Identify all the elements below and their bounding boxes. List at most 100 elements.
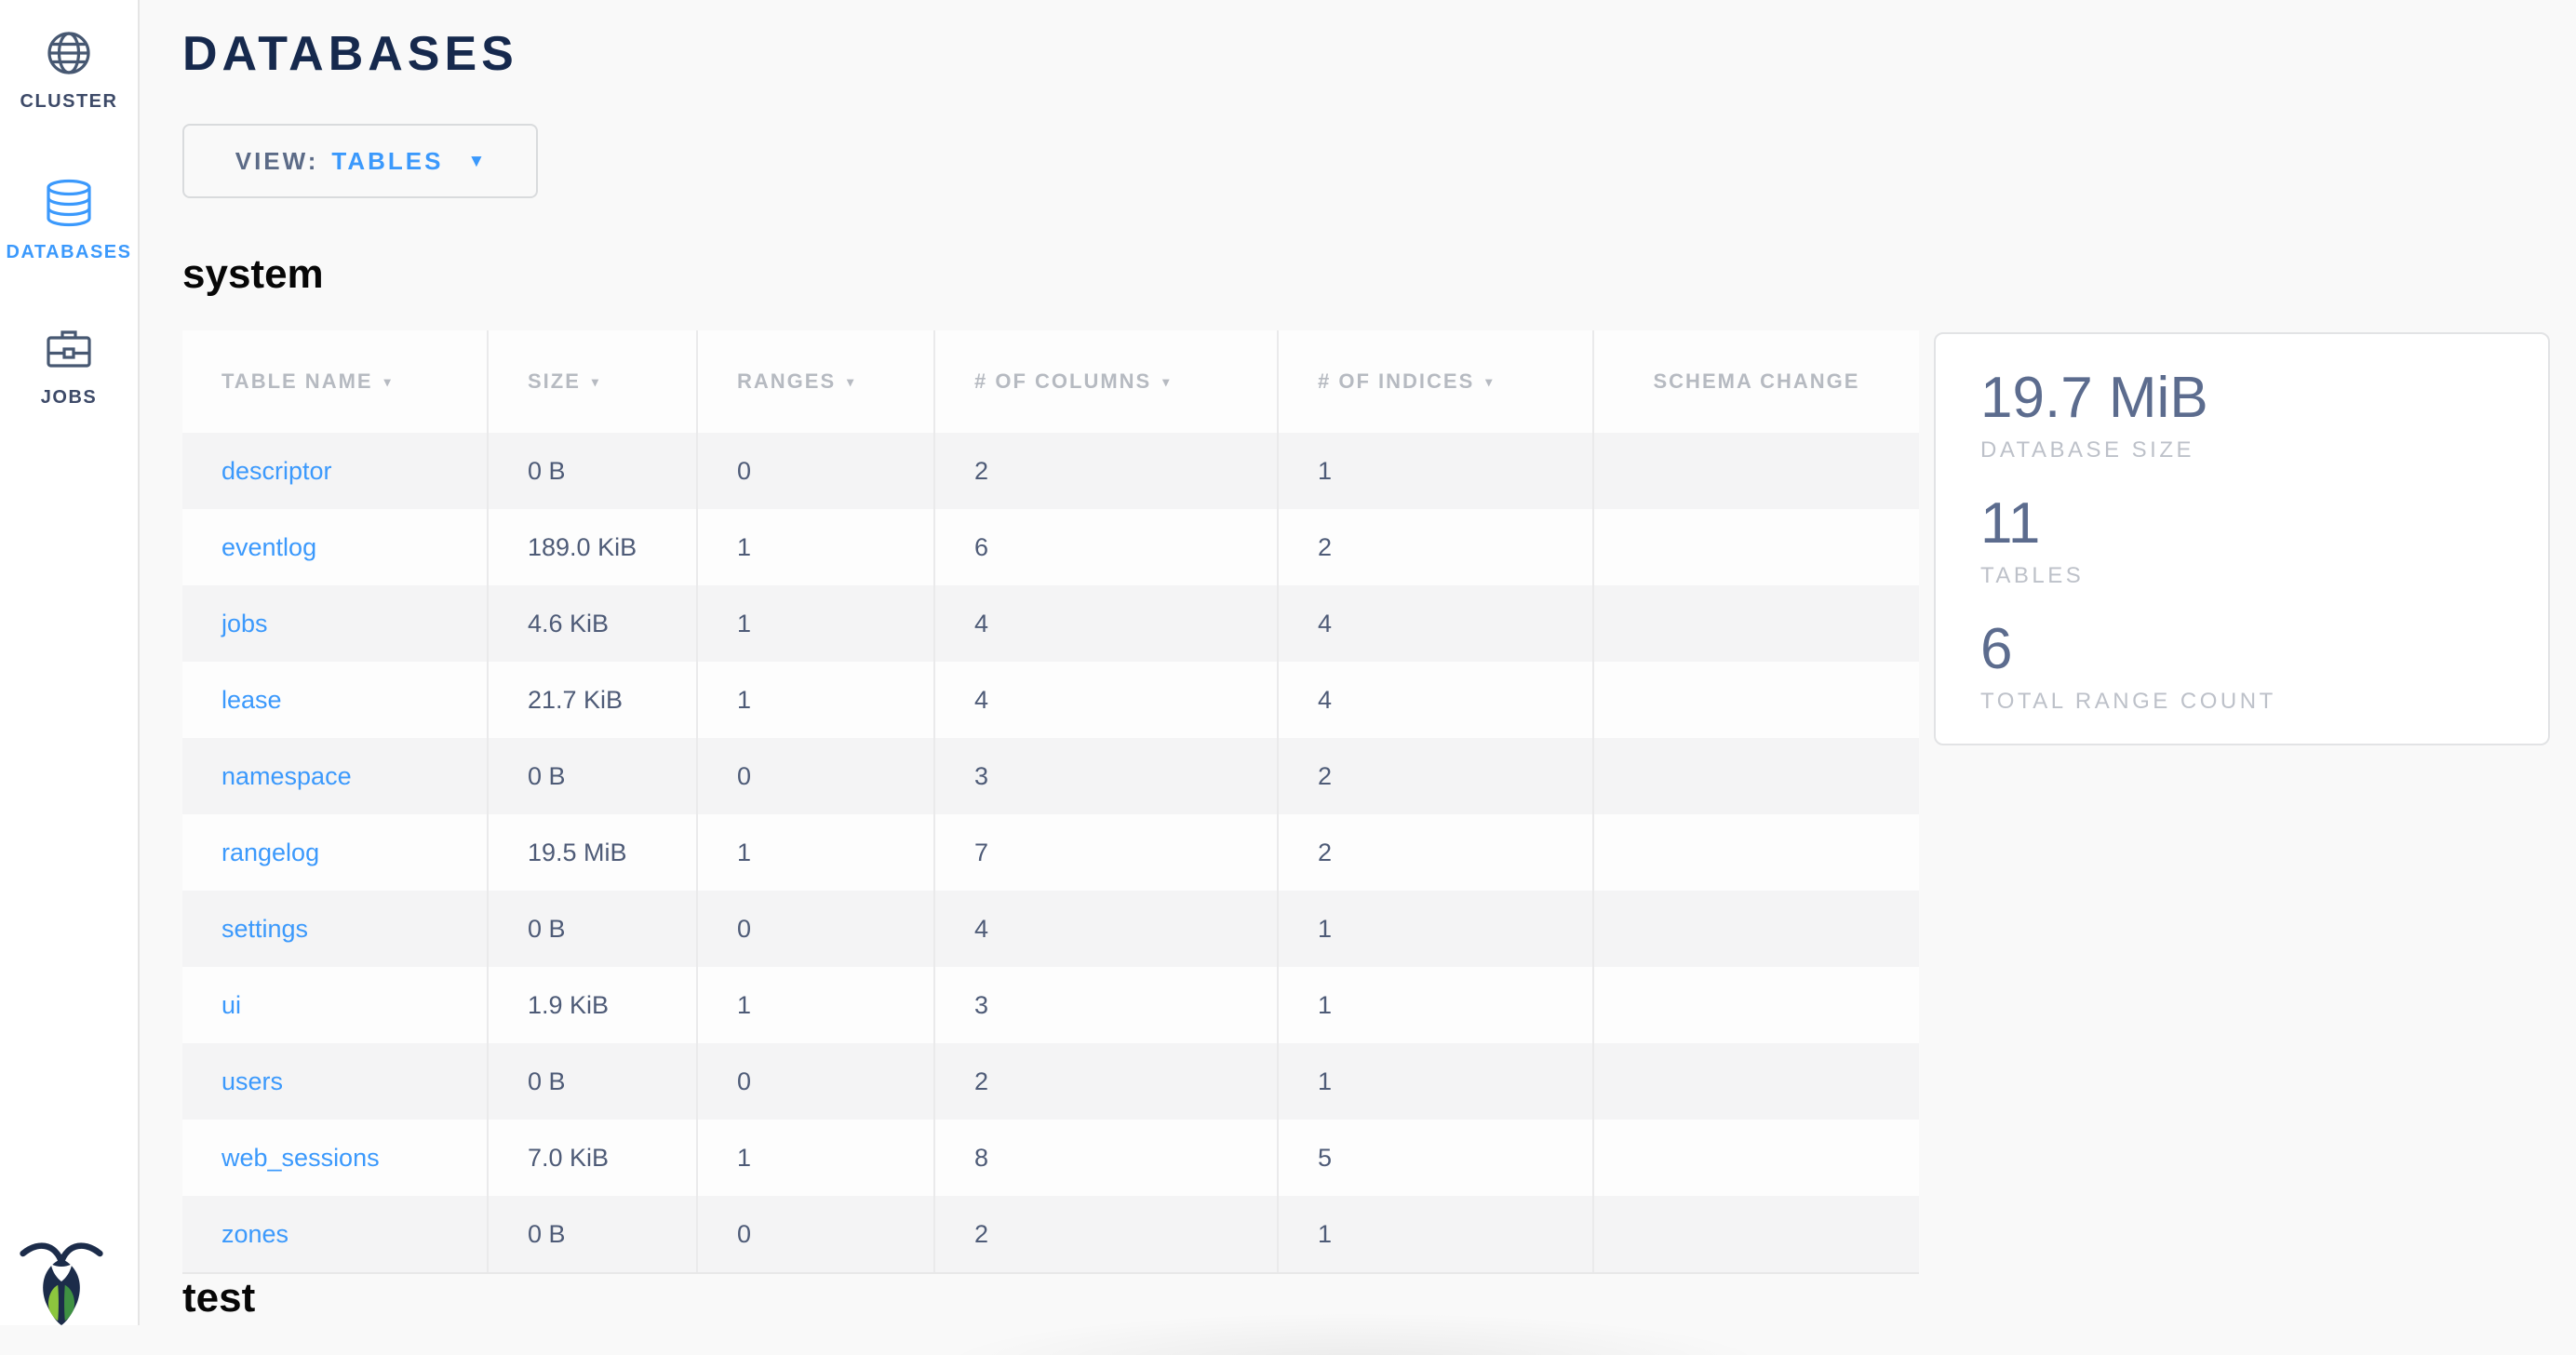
database-name-heading-test: test xyxy=(182,1275,255,1321)
cell-ranges: 0 xyxy=(696,433,933,509)
table-row: web_sessions 7.0 KiB 1 8 5 xyxy=(182,1120,1919,1196)
cell-indices: 1 xyxy=(1277,433,1592,509)
cell-size: 0 B xyxy=(487,891,696,967)
sort-desc-icon: ▾ xyxy=(1485,374,1494,390)
database-size-label: DATABASE SIZE xyxy=(1980,437,2548,463)
table-row: descriptor 0 B 0 2 1 xyxy=(182,433,1919,509)
table-header-row: TABLE NAME ▾ SIZE ▾ RANGES ▾ # OF COLUMN… xyxy=(182,330,1919,433)
table-row: jobs 4.6 KiB 1 4 4 xyxy=(182,585,1919,662)
cell-columns: 7 xyxy=(933,814,1277,891)
cell-indices: 5 xyxy=(1277,1120,1592,1196)
cell-size: 0 B xyxy=(487,1196,696,1272)
cell-size: 0 B xyxy=(487,433,696,509)
next-card-shadow xyxy=(800,1295,1908,1355)
sidebar-item-jobs[interactable]: JOBS xyxy=(0,326,138,409)
cell-table-name: web_sessions xyxy=(182,1120,487,1196)
cell-schema-change xyxy=(1592,1196,1919,1272)
cell-columns: 4 xyxy=(933,891,1277,967)
chevron-down-icon: ▼ xyxy=(467,153,485,170)
cell-size: 4.6 KiB xyxy=(487,585,696,662)
cell-ranges: 0 xyxy=(696,738,933,814)
cell-indices: 1 xyxy=(1277,1043,1592,1120)
table-link[interactable]: namespace xyxy=(221,762,352,791)
database-summary-card: 19.7 MiB DATABASE SIZE 11 TABLES 6 TOTAL… xyxy=(1934,332,2550,745)
table-row: ui 1.9 KiB 1 3 1 xyxy=(182,967,1919,1043)
cell-columns: 2 xyxy=(933,1196,1277,1272)
sidebar-item-databases[interactable]: DATABASES xyxy=(0,179,138,263)
view-dropdown[interactable]: VIEW: TABLES ▼ xyxy=(182,124,538,198)
cell-schema-change xyxy=(1592,891,1919,967)
sidebar-item-cluster[interactable]: CLUSTER xyxy=(0,30,138,113)
cell-ranges: 1 xyxy=(696,814,933,891)
cell-table-name: namespace xyxy=(182,738,487,814)
cell-columns: 3 xyxy=(933,738,1277,814)
sidebar: CLUSTER DATABASES JOBS xyxy=(0,0,140,1325)
cell-columns: 2 xyxy=(933,1043,1277,1120)
cell-indices: 2 xyxy=(1277,509,1592,585)
cell-table-name: ui xyxy=(182,967,487,1043)
view-dropdown-value: TABLES xyxy=(331,147,443,176)
cell-schema-change xyxy=(1592,433,1919,509)
table-link[interactable]: ui xyxy=(221,991,241,1020)
sort-desc-icon: ▾ xyxy=(1162,374,1171,390)
table-link[interactable]: jobs xyxy=(221,610,268,638)
page-title: DATABASES xyxy=(182,26,518,82)
cell-indices: 2 xyxy=(1277,814,1592,891)
cell-size: 1.9 KiB xyxy=(487,967,696,1043)
cell-ranges: 1 xyxy=(696,585,933,662)
sidebar-item-label: CLUSTER xyxy=(20,91,118,113)
cell-indices: 1 xyxy=(1277,891,1592,967)
cell-table-name: lease xyxy=(182,662,487,738)
system-tables-table: TABLE NAME ▾ SIZE ▾ RANGES ▾ # OF COLUMN… xyxy=(182,330,1919,1274)
cell-columns: 6 xyxy=(933,509,1277,585)
table-link[interactable]: settings xyxy=(221,915,308,944)
database-icon xyxy=(45,179,93,227)
cell-size: 0 B xyxy=(487,1043,696,1120)
column-header-indices[interactable]: # OF INDICES ▾ xyxy=(1277,330,1592,433)
cell-table-name: eventlog xyxy=(182,509,487,585)
cell-size: 7.0 KiB xyxy=(487,1120,696,1196)
cell-ranges: 0 xyxy=(696,1043,933,1120)
cell-indices: 4 xyxy=(1277,585,1592,662)
globe-icon xyxy=(46,30,92,76)
column-header-size[interactable]: SIZE ▾ xyxy=(487,330,696,433)
cell-indices: 2 xyxy=(1277,738,1592,814)
table-link[interactable]: descriptor xyxy=(221,457,332,486)
tables-count-value: 11 xyxy=(1980,493,2548,554)
view-dropdown-label: VIEW: xyxy=(235,147,319,176)
cell-size: 19.5 MiB xyxy=(487,814,696,891)
table-row: settings 0 B 0 4 1 xyxy=(182,891,1919,967)
cell-table-name: users xyxy=(182,1043,487,1120)
column-header-table-name[interactable]: TABLE NAME ▾ xyxy=(182,330,487,433)
cell-schema-change xyxy=(1592,1043,1919,1120)
sort-desc-icon: ▾ xyxy=(847,374,855,390)
cell-ranges: 0 xyxy=(696,891,933,967)
cell-columns: 8 xyxy=(933,1120,1277,1196)
cell-indices: 1 xyxy=(1277,967,1592,1043)
cell-indices: 4 xyxy=(1277,662,1592,738)
database-name-heading-system: system xyxy=(182,251,324,298)
range-count-label: TOTAL RANGE COUNT xyxy=(1980,689,2548,715)
table-link[interactable]: rangelog xyxy=(221,838,319,867)
table-row: rangelog 19.5 MiB 1 7 2 xyxy=(182,814,1919,891)
table-link[interactable]: users xyxy=(221,1067,283,1096)
cell-table-name: descriptor xyxy=(182,433,487,509)
cell-size: 189.0 KiB xyxy=(487,509,696,585)
table-link[interactable]: eventlog xyxy=(221,533,316,562)
cell-ranges: 1 xyxy=(696,1120,933,1196)
table-link[interactable]: lease xyxy=(221,686,282,715)
database-size-value: 19.7 MiB xyxy=(1980,368,2548,428)
cell-ranges: 1 xyxy=(696,662,933,738)
cell-columns: 4 xyxy=(933,662,1277,738)
column-header-schema-change: SCHEMA CHANGE xyxy=(1592,330,1919,433)
cell-table-name: zones xyxy=(182,1196,487,1272)
table-link[interactable]: zones xyxy=(221,1220,288,1249)
column-header-ranges[interactable]: RANGES ▾ xyxy=(696,330,933,433)
tables-count-label: TABLES xyxy=(1980,563,2548,589)
range-count-value: 6 xyxy=(1980,619,2548,679)
cell-indices: 1 xyxy=(1277,1196,1592,1272)
column-header-columns[interactable]: # OF COLUMNS ▾ xyxy=(933,330,1277,433)
cell-columns: 3 xyxy=(933,967,1277,1043)
cell-schema-change xyxy=(1592,585,1919,662)
table-link[interactable]: web_sessions xyxy=(221,1144,380,1173)
